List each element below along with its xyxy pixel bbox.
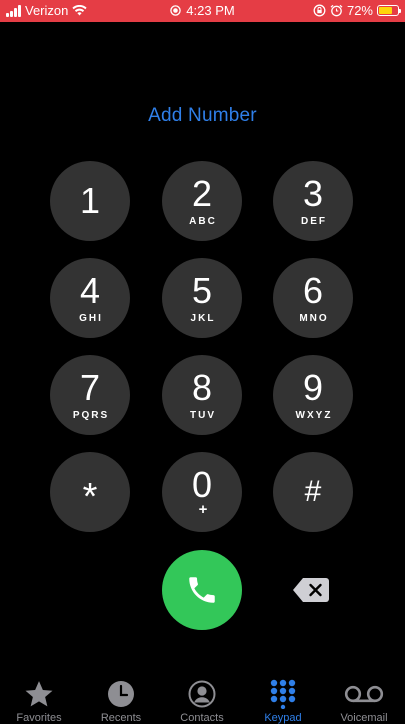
status-time: 4:23 PM <box>186 3 235 18</box>
key-letters: WXYZ <box>295 409 333 421</box>
key-letters: JKL <box>190 312 216 324</box>
key-digit: 9 <box>302 366 324 408</box>
lock-rotation-icon <box>313 4 326 17</box>
key-letters: TUV <box>190 409 216 421</box>
backspace-icon <box>293 578 329 602</box>
key-8[interactable]: 8 TUV <box>162 355 242 435</box>
key-hash[interactable]: # <box>273 452 353 532</box>
key-letters: + <box>198 500 208 518</box>
alarm-icon <box>330 4 343 17</box>
tab-recents[interactable]: Recents <box>86 678 156 724</box>
key-4[interactable]: 4 GHI <box>50 258 130 338</box>
tab-contacts[interactable]: Contacts <box>167 678 237 724</box>
tab-label: Voicemail <box>340 712 388 724</box>
star-icon <box>25 680 53 706</box>
battery-fill <box>379 7 392 14</box>
key-digit: 2 <box>191 172 213 214</box>
key-7[interactable]: 7 PQRS <box>50 355 130 435</box>
key-digit: 4 <box>79 269 101 311</box>
key-digit: # <box>304 475 322 508</box>
key-9[interactable]: 9 WXYZ <box>273 355 353 435</box>
key-digit: 5 <box>191 269 213 311</box>
key-star[interactable]: * <box>50 452 130 532</box>
delete-button[interactable] <box>290 575 332 605</box>
key-letters: PQRS <box>72 409 110 421</box>
tab-voicemail[interactable]: Voicemail <box>329 678 399 724</box>
key-6[interactable]: 6 MNO <box>273 258 353 338</box>
key-1[interactable]: 1 <box>50 161 130 241</box>
key-letters: MNO <box>299 312 329 324</box>
key-0[interactable]: 0 + <box>162 452 242 532</box>
screen-record-icon <box>170 5 182 16</box>
key-digit: * <box>82 476 98 518</box>
key-letters: GHI <box>79 312 103 324</box>
clock-icon <box>108 681 134 707</box>
battery-icon <box>377 5 401 16</box>
keypad-grid-icon <box>270 679 296 709</box>
person-circle-icon <box>188 680 216 708</box>
phone-icon <box>189 577 215 603</box>
key-letters: ABC <box>189 215 217 227</box>
battery-percent: 72% <box>346 3 373 18</box>
key-2[interactable]: 2 ABC <box>162 161 242 241</box>
status-right: 72% <box>313 3 401 18</box>
key-digit: 3 <box>302 172 324 214</box>
key-digit: 7 <box>79 366 101 408</box>
key-digit: 1 <box>79 180 101 221</box>
add-number-link[interactable]: Add Number <box>0 105 405 127</box>
tab-label: Recents <box>100 712 142 724</box>
key-digit: 0 <box>191 463 213 505</box>
tab-label: Favorites <box>16 712 62 724</box>
status-bar: Verizon 4:23 PM 72% <box>0 0 405 22</box>
tab-bar: Favorites Recents Contacts Keypad Voicem… <box>0 664 405 724</box>
call-button[interactable] <box>162 550 242 630</box>
key-digit: 8 <box>191 366 213 408</box>
tab-keypad[interactable]: Keypad <box>248 678 318 724</box>
tab-label: Contacts <box>180 712 224 724</box>
key-digit: 6 <box>302 269 324 311</box>
key-3[interactable]: 3 DEF <box>273 161 353 241</box>
key-5[interactable]: 5 JKL <box>162 258 242 338</box>
key-letters: DEF <box>301 215 327 227</box>
voicemail-icon <box>344 685 384 703</box>
tab-label: Keypad <box>264 712 302 724</box>
tab-favorites[interactable]: Favorites <box>4 678 74 724</box>
